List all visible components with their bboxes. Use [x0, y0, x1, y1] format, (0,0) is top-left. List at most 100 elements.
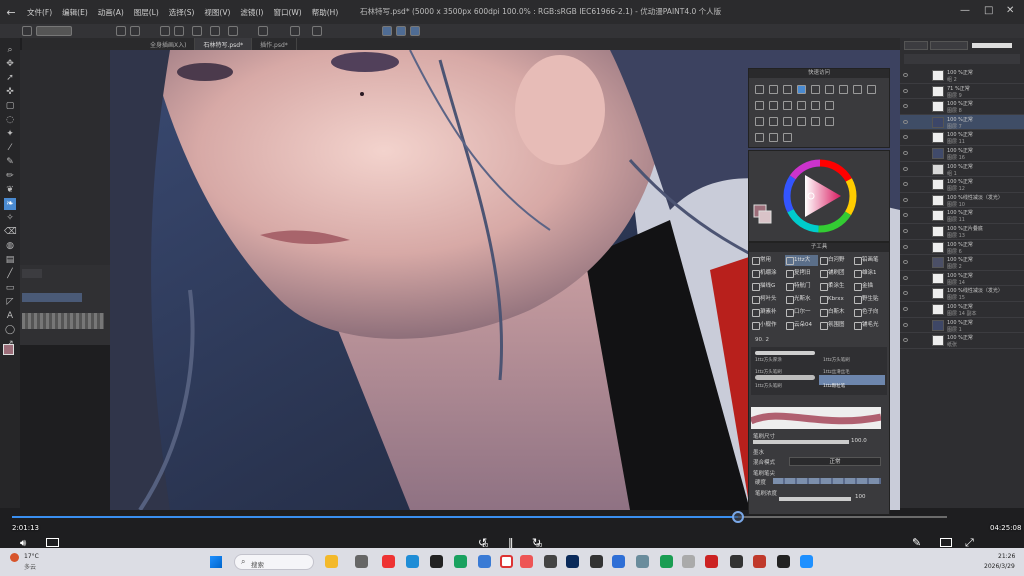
weather-icon[interactable] [10, 553, 19, 562]
density-slider[interactable] [773, 478, 881, 484]
visibility-eye-icon[interactable] [903, 119, 908, 124]
layer-row-selected[interactable]: 100 %正常 图层 7 [900, 114, 1024, 131]
back-arrow-icon[interactable]: ← [0, 6, 22, 19]
app-icon[interactable] [682, 555, 695, 568]
qa-tool-icon[interactable] [825, 117, 834, 126]
layer-row[interactable]: 100 %正常 图层 11 [900, 208, 1024, 224]
qa-tool-icon[interactable] [811, 117, 820, 126]
brush-group-item[interactable]: 柔涂生 [819, 281, 852, 292]
tab-document-1[interactable]: 全身插画X入) [142, 38, 196, 50]
visibility-eye-icon[interactable] [903, 322, 908, 327]
layer-row[interactable]: 100 %线性减淡（发光） 图层 15 [900, 286, 1024, 302]
visibility-eye-icon[interactable] [903, 104, 908, 109]
layer-row[interactable]: 100 %正常组 2 [900, 68, 1024, 84]
app-icon[interactable] [430, 555, 443, 568]
visibility-eye-icon[interactable] [903, 151, 908, 155]
brush-group-item[interactable]: 1ttz大 [785, 255, 818, 266]
app-icon[interactable] [544, 555, 557, 568]
eraser-tool-icon[interactable]: ⌫ [4, 226, 17, 238]
layer-row[interactable]: 100 %正常 图层 6 [900, 240, 1024, 256]
visibility-eye-icon[interactable] [903, 307, 908, 311]
brush-group-item[interactable]: 特航门 [785, 281, 818, 292]
qa-tool-icon[interactable] [797, 85, 806, 94]
app-icon[interactable] [520, 555, 533, 568]
brush-group-item[interactable]: 柯叶头 [751, 294, 784, 305]
magic-wand-tool-icon[interactable]: ✦ [4, 128, 16, 140]
fill-tool-icon[interactable]: ◍ [4, 240, 16, 252]
menu-animation[interactable]: 动画(A) [93, 7, 129, 18]
menu-select[interactable]: 选择(S) [164, 7, 200, 18]
tab-document-3[interactable]: 插作.psd* [252, 38, 297, 50]
pen-tool-icon[interactable]: ✎ [4, 156, 16, 168]
app-icon[interactable] [777, 555, 790, 568]
snap-special-ruler-icon[interactable] [396, 26, 406, 36]
print-icon[interactable] [130, 26, 140, 36]
photoshop-icon[interactable] [566, 555, 579, 568]
invert-selection-icon[interactable] [312, 26, 322, 36]
brush-group-item[interactable]: 云朵04 [785, 320, 818, 331]
qa-tool-icon[interactable] [755, 133, 764, 142]
app-icon[interactable] [500, 555, 513, 568]
brush-group-item[interactable]: 复拷旧 [785, 268, 818, 279]
airbrush-tool-icon[interactable]: ❧ [4, 198, 16, 210]
qa-tool-icon[interactable] [769, 117, 778, 126]
brush-group-item[interactable]: 白河野 [819, 255, 852, 266]
brush-group-item[interactable]: 铅画笔 [853, 255, 886, 266]
snap-grid-icon[interactable] [410, 26, 420, 36]
brush-size-slider[interactable] [753, 440, 849, 444]
layer-row[interactable]: 100 %线性减淡（发光） 图层 10 [900, 193, 1024, 209]
qa-tool-icon[interactable] [867, 85, 876, 94]
brush-density-slider[interactable] [779, 497, 851, 501]
qa-tool-icon[interactable] [755, 117, 764, 126]
qa-tool-icon[interactable] [839, 85, 848, 94]
qa-tool-icon[interactable] [811, 85, 820, 94]
qa-tool-icon[interactable] [783, 85, 792, 94]
visibility-eye-icon[interactable] [903, 135, 908, 140]
layer-row[interactable]: 100 %正常 纸张 [900, 333, 1024, 349]
pencil-tool-icon[interactable]: ✏ [4, 170, 16, 182]
qa-tool-icon[interactable] [825, 101, 834, 110]
menu-window[interactable]: 窗口(W) [268, 7, 306, 18]
app-icon[interactable] [705, 555, 718, 568]
brush-group-item[interactable]: 光斯水 [785, 294, 818, 305]
selection-icon[interactable] [258, 26, 268, 36]
visibility-eye-icon[interactable] [903, 88, 908, 93]
brush-group-item[interactable]: 野生贴 [853, 294, 886, 305]
erase-icon[interactable] [192, 26, 202, 36]
app-icon[interactable] [454, 555, 467, 568]
zoom-field[interactable] [22, 269, 42, 278]
minimize-icon[interactable]: — [960, 5, 970, 16]
qa-tool-icon[interactable] [825, 85, 834, 94]
blend-tool-icon[interactable]: ✧ [4, 212, 16, 224]
layer-row[interactable]: 100 %正常 图层 1 [900, 318, 1024, 334]
text-tool-icon[interactable]: A [4, 310, 16, 322]
layer-row[interactable]: 100 %正常 图层 8 [900, 99, 1024, 115]
layer-folder-row[interactable]: 100 %正常组 1 [900, 162, 1024, 178]
visibility-eye-icon[interactable] [903, 229, 908, 233]
visibility-eye-icon[interactable] [903, 244, 908, 249]
app-icon[interactable] [636, 555, 649, 568]
close-icon[interactable]: ✕ [1006, 5, 1014, 16]
maximize-icon[interactable]: □ [984, 5, 993, 16]
brush-stroke-list[interactable]: 1ttz方头厚涂 1ttz方头笔刷 1ttz方头笔刷 1ttz丝滑丝毛 1ttz… [751, 347, 887, 395]
eyedropper-tool-icon[interactable]: ⁄ [4, 142, 16, 154]
menu-view[interactable]: 视图(V) [199, 7, 235, 18]
windows-start-icon[interactable] [210, 556, 222, 568]
brush-group-item[interactable]: 描线G [751, 281, 784, 292]
move-tool-icon[interactable]: ✥ [4, 58, 16, 70]
video-seek-handle[interactable] [732, 511, 744, 523]
brush-group-item[interactable]: 常用 [751, 255, 784, 266]
preset-field[interactable] [36, 26, 72, 36]
zoom-tool-icon[interactable]: ⌕ [4, 44, 16, 56]
snap-ruler-icon[interactable] [382, 26, 392, 36]
brush-group-item[interactable]: Kbrxx [819, 294, 852, 305]
browser-icon[interactable] [478, 555, 491, 568]
qa-tool-icon[interactable] [853, 85, 862, 94]
brush-group-item[interactable]: 涮素补 [751, 307, 784, 318]
menu-help[interactable]: 帮助(H) [307, 7, 344, 18]
brush-group-item[interactable]: 氛围图 [819, 320, 852, 331]
app-icon[interactable] [590, 555, 603, 568]
visibility-eye-icon[interactable] [903, 166, 908, 171]
qa-tool-icon[interactable] [783, 101, 792, 110]
layer-row[interactable]: 100 %正常 图层 14 副本 [900, 302, 1024, 318]
